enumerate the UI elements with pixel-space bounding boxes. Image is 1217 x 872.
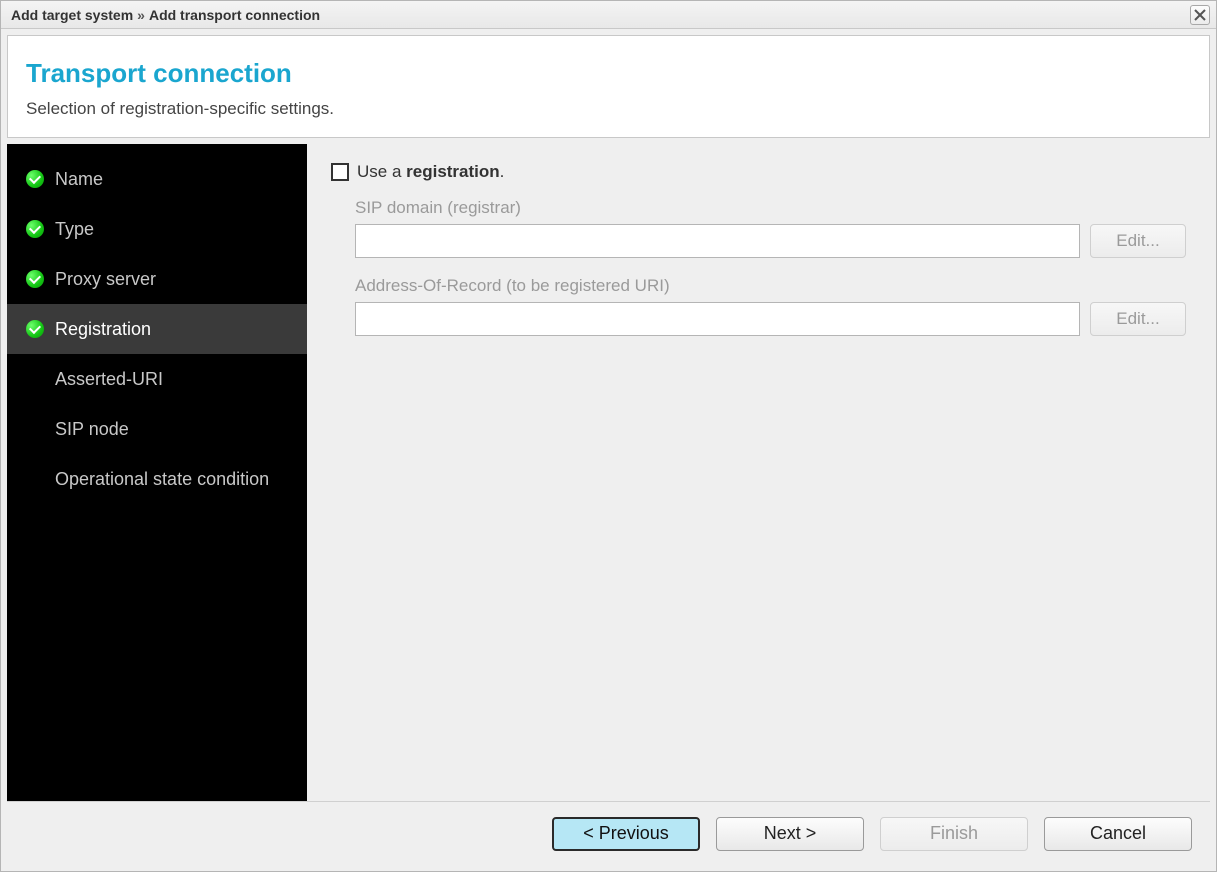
close-icon [1194,9,1206,21]
wizard-body: Name Type Proxy server Registration Asserted… [7,144,1210,801]
step-label: Registration [55,319,151,340]
use-registration-label-suffix: . [500,162,505,181]
step-registration[interactable]: Registration [7,304,307,354]
step-label: Asserted-URI [55,369,163,390]
use-registration-row: Use a registration. [331,162,1186,182]
use-registration-label: Use a registration. [357,162,504,182]
step-label: Operational state condition [55,469,269,490]
wizard-content: Use a registration. SIP domain (registra… [307,144,1210,801]
next-button[interactable]: Next > [716,817,864,851]
step-asserted-uri[interactable]: Asserted-URI [7,354,307,404]
step-label: Name [55,169,103,190]
wizard-window: Add target system » Add transport connec… [0,0,1217,872]
sip-domain-input[interactable] [355,224,1080,258]
field-label: Address-Of-Record (to be registered URI) [355,276,1186,296]
check-circle-icon [25,269,45,289]
check-circle-icon [25,319,45,339]
step-icon-empty [25,369,45,389]
edit-button[interactable]: Edit... [1090,224,1186,258]
page-title: Transport connection [26,58,1191,89]
step-label: Proxy server [55,269,156,290]
wizard-header: Transport connection Selection of regist… [7,35,1210,138]
close-button[interactable] [1190,5,1210,25]
step-sip-node[interactable]: SIP node [7,404,307,454]
step-label: Type [55,219,94,240]
step-label: SIP node [55,419,129,440]
finish-button[interactable]: Finish [880,817,1028,851]
step-name[interactable]: Name [7,154,307,204]
check-circle-icon [25,169,45,189]
titlebar: Add target system » Add transport connec… [1,1,1216,29]
use-registration-label-bold: registration [406,162,500,181]
field-row: Edit... [355,224,1186,258]
previous-button[interactable]: < Previous [552,817,700,851]
step-operational-state-condition[interactable]: Operational state condition [7,454,307,504]
step-type[interactable]: Type [7,204,307,254]
step-icon-empty [25,469,45,489]
cancel-button[interactable]: Cancel [1044,817,1192,851]
breadcrumb-2: Add transport connection [149,7,320,23]
field-row: Edit... [355,302,1186,336]
edit-button[interactable]: Edit... [1090,302,1186,336]
wizard-step-sidebar: Name Type Proxy server Registration Asserted… [7,144,307,801]
use-registration-label-prefix: Use a [357,162,406,181]
wizard-footer: < Previous Next > Finish Cancel [7,801,1210,865]
use-registration-checkbox[interactable] [331,163,349,181]
field-label: SIP domain (registrar) [355,198,1186,218]
page-subtitle: Selection of registration-specific setti… [26,99,1191,119]
breadcrumb-1: Add target system [11,7,133,23]
breadcrumb-separator: » [137,7,145,23]
check-circle-icon [25,219,45,239]
step-proxy-server[interactable]: Proxy server [7,254,307,304]
step-icon-empty [25,419,45,439]
address-of-record-input[interactable] [355,302,1080,336]
